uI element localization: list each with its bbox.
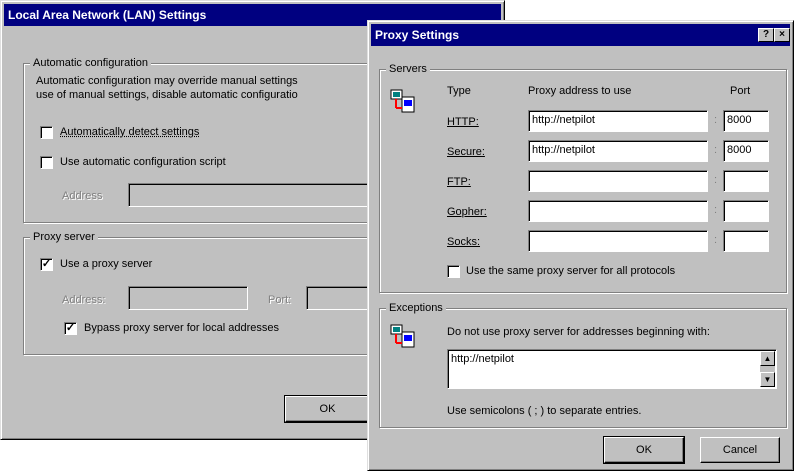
exceptions-scrollbar[interactable]: ▲ ▼ [760,351,775,387]
socks-port-field[interactable] [723,230,769,252]
proxy-address-label: Address: [62,294,106,306]
exceptions-description: Do not use proxy server for addresses be… [447,326,710,338]
exceptions-group-title: Exceptions [386,301,446,315]
secure-colon: : [714,144,718,156]
ftp-label: FTP: [447,176,471,188]
ftp-port-field[interactable] [723,170,769,192]
port-column-header: Port [730,85,751,97]
network-computer-icon [390,89,415,113]
exceptions-hint: Use semicolons ( ; ) to separate entries… [447,405,642,417]
ftp-colon: : [714,174,718,186]
socks-colon: : [714,234,718,246]
auto-detect-checkbox[interactable] [40,126,53,139]
scroll-down-icon[interactable]: ▼ [760,372,775,387]
proxy-cancel-label: Cancel [722,444,758,456]
lan-ok-label: OK [319,403,336,415]
socks-address-field[interactable] [528,230,708,252]
secure-port-field[interactable]: 8000 [723,140,769,162]
bypass-local-checkbox[interactable]: ✓ [64,322,77,335]
exceptions-value: http://netpilot [451,353,514,365]
proxy-ok-label: OK [636,444,652,456]
script-address-label: Address [62,190,103,202]
same-proxy-checkbox[interactable] [447,265,460,278]
use-script-label[interactable]: Use automatic configuration script [60,155,226,169]
servers-group: Servers Type Proxy address to use Port H… [379,62,787,293]
socks-label: Socks: [447,236,481,248]
scroll-up-icon[interactable]: ▲ [760,351,775,366]
proxy-ok-button[interactable]: OK [603,436,685,464]
gopher-port-field[interactable] [723,200,769,222]
http-port-field[interactable]: 8000 [723,110,769,132]
use-script-checkbox[interactable] [40,156,53,169]
ftp-address-field[interactable] [528,170,708,192]
use-proxy-label[interactable]: Use a proxy server [60,257,152,271]
servers-group-title: Servers [386,62,430,76]
bypass-local-label[interactable]: Bypass proxy server for local addresses [84,321,279,335]
lan-settings-title: Local Area Network (LAN) Settings [8,8,207,22]
network-computer-icon [390,324,415,348]
gopher-label: Gopher: [447,206,487,218]
use-proxy-checkbox[interactable]: ✓ [40,258,53,271]
exceptions-group: Exceptions Do not use proxy server for a… [379,301,787,428]
gopher-colon: : [714,204,718,216]
proxy-settings-window: Proxy Settings ? × Servers Type Proxy ad… [367,20,794,471]
exceptions-textarea[interactable]: http://netpilot [447,349,777,389]
proxy-server-title: Proxy server [30,230,98,244]
lan-ok-button[interactable]: OK [284,395,371,423]
address-column-header: Proxy address to use [528,85,632,97]
auto-detect-label[interactable]: Automatically detect settings [60,125,199,139]
type-column-header: Type [447,85,471,97]
secure-address-field[interactable]: http://netpilot [528,140,708,162]
help-icon: ? [762,29,770,40]
http-label: HTTP: [447,116,479,128]
proxy-settings-titlebar[interactable]: Proxy Settings ? × [371,24,790,46]
same-proxy-label[interactable]: Use the same proxy server for all protoc… [466,264,675,278]
proxy-settings-title: Proxy Settings [375,28,460,42]
automatic-configuration-title: Automatic configuration [30,56,151,70]
secure-label: Secure: [447,146,485,158]
http-address-field[interactable]: http://netpilot [528,110,708,132]
gopher-address-field[interactable] [528,200,708,222]
auto-config-description-line2: use of manual settings, disable automati… [36,89,298,101]
http-colon: : [714,114,718,126]
proxy-port-label: Port: [268,294,292,306]
help-button[interactable]: ? [758,28,774,42]
close-icon: × [779,29,785,40]
proxy-cancel-button[interactable]: Cancel [700,437,780,463]
proxy-address-field [128,286,248,310]
close-button[interactable]: × [774,28,790,42]
auto-config-description-line1: Automatic configuration may override man… [36,75,298,87]
